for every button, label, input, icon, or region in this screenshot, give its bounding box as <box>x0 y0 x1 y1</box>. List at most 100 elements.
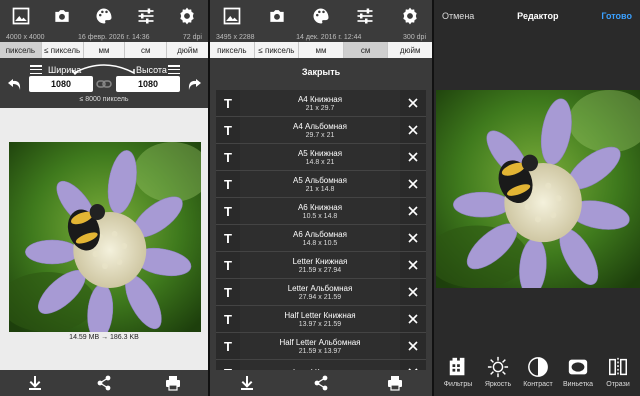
sliders-icon[interactable] <box>354 5 376 27</box>
editor-header: Отмена Редактор Готово <box>434 0 640 32</box>
link-aspect-icon[interactable] <box>96 78 112 90</box>
unit-tab-cm[interactable]: см <box>343 42 389 58</box>
height-presets-menu-icon[interactable] <box>168 65 180 74</box>
editor-tools: Фильтры Яркость Контраст Виньетка Отрази <box>434 350 640 396</box>
close-icon <box>408 98 418 108</box>
brightness-icon <box>487 356 509 378</box>
download-icon[interactable] <box>239 375 255 391</box>
height-input[interactable]: 1080 <box>116 76 180 92</box>
camera-icon[interactable] <box>266 5 288 27</box>
preset-row[interactable]: T A5 Книжная 14.8 x 21 <box>216 144 426 171</box>
swap-arrows-icon[interactable] <box>70 61 138 75</box>
preset-row[interactable]: T Letter Альбомная 27.94 x 21.59 <box>216 279 426 306</box>
preset-name: A5 Книжная <box>297 148 343 158</box>
gallery-icon[interactable] <box>221 5 243 27</box>
delete-preset-button[interactable] <box>400 198 426 224</box>
unit-tab-pixel[interactable]: пиксель <box>210 42 255 58</box>
camera-icon[interactable] <box>51 5 73 27</box>
preset-name: A5 Альбомная <box>293 175 347 185</box>
preset-name: Letter Книжная <box>292 256 348 266</box>
gallery-icon[interactable] <box>10 5 32 27</box>
mirror-tool[interactable]: Отрази <box>598 356 638 388</box>
image-dimensions: 4000 x 4000 <box>6 33 45 41</box>
close-icon <box>408 260 418 270</box>
width-input[interactable]: 1080 <box>29 76 93 92</box>
delete-preset-button[interactable] <box>400 171 426 197</box>
preset-text: A5 Альбомная 21 x 14.8 <box>240 176 400 193</box>
unit-tab-cm[interactable]: см <box>125 42 168 58</box>
unit-tab-max-pixel[interactable]: ≤ пиксель <box>42 42 84 58</box>
share-icon[interactable] <box>96 375 112 391</box>
text-icon: T <box>216 333 240 359</box>
preset-size: 21.59 x 27.94 <box>298 266 342 274</box>
preset-name: A4 Книжная <box>297 94 343 104</box>
bottom-toolbar <box>0 370 208 396</box>
image-dpi: 72 dpi <box>182 33 202 41</box>
filters-tool[interactable]: Фильтры <box>438 356 478 388</box>
done-button[interactable]: Готово <box>601 11 632 21</box>
filters-icon <box>449 357 465 376</box>
delete-preset-button[interactable] <box>400 90 426 116</box>
text-icon: T <box>216 225 240 251</box>
preset-list: T A4 Книжная 21 x 29.7 T A4 Альбомная 29.7 x … <box>216 90 426 387</box>
delete-preset-button[interactable] <box>400 225 426 251</box>
preset-row[interactable]: T A6 Альбомная 14.8 x 10.5 <box>216 225 426 252</box>
delete-preset-button[interactable] <box>400 117 426 143</box>
delete-preset-button[interactable] <box>400 252 426 278</box>
rotate-left-icon[interactable] <box>7 77 23 91</box>
close-button[interactable]: Закрыть <box>210 58 432 86</box>
print-icon[interactable] <box>387 375 403 391</box>
cancel-button[interactable]: Отмена <box>442 11 474 21</box>
unit-tab-inch[interactable]: дюйм <box>388 42 432 58</box>
filters-label: Фильтры <box>443 381 473 388</box>
preset-row[interactable]: T Letter Книжная 21.59 x 27.94 <box>216 252 426 279</box>
delete-preset-button[interactable] <box>400 306 426 332</box>
rotate-right-icon[interactable] <box>186 77 202 91</box>
editor-title: Редактор <box>517 11 559 21</box>
text-icon: T <box>216 279 240 305</box>
preset-row[interactable]: T A4 Книжная 21 x 29.7 <box>216 90 426 117</box>
bottom-toolbar <box>210 370 432 396</box>
text-icon: T <box>216 144 240 170</box>
share-icon[interactable] <box>313 375 329 391</box>
unit-tab-inch[interactable]: дюйм <box>167 42 208 58</box>
preset-size: 14.8 x 21 <box>305 158 335 166</box>
delete-preset-button[interactable] <box>400 333 426 359</box>
preset-row[interactable]: T A6 Книжная 10.5 x 14.8 <box>216 198 426 225</box>
preset-text: Letter Альбомная 27.94 x 21.59 <box>240 284 400 301</box>
sliders-icon[interactable] <box>135 5 157 27</box>
contrast-tool[interactable]: Контраст <box>518 356 558 388</box>
brightness-tool[interactable]: Яркость <box>478 356 518 388</box>
vignette-tool[interactable]: Виньетка <box>558 356 598 388</box>
unit-tabs: пиксель ≤ пиксель мм см дюйм <box>210 42 432 58</box>
preset-text: A5 Книжная 14.8 x 21 <box>240 149 400 166</box>
image-dimensions: 3495 x 2288 <box>216 33 255 41</box>
preset-size: 14.8 x 10.5 <box>302 239 338 247</box>
preset-text: Half Letter Книжная 13.97 x 21.59 <box>240 311 400 328</box>
top-toolbar <box>0 0 208 32</box>
preset-row[interactable]: T A4 Альбомная 29.7 x 21 <box>216 117 426 144</box>
text-icon: T <box>216 117 240 143</box>
image-info: 3495 x 2288 14 дек. 2016 г. 12:44 300 dp… <box>210 32 432 42</box>
gear-icon[interactable] <box>176 5 198 27</box>
delete-preset-button[interactable] <box>400 144 426 170</box>
gear-icon[interactable] <box>399 5 421 27</box>
unit-tab-mm[interactable]: мм <box>299 42 344 58</box>
image-info: 4000 x 4000 16 февр. 2026 г. 14:36 72 dp… <box>0 32 208 42</box>
preset-row[interactable]: T Half Letter Альбомная 21.59 x 13.97 <box>216 333 426 360</box>
download-icon[interactable] <box>27 375 43 391</box>
unit-tab-max-pixel[interactable]: ≤ пиксель <box>255 42 300 58</box>
delete-preset-button[interactable] <box>400 279 426 305</box>
preset-text: A4 Альбомная 29.7 x 21 <box>240 122 400 139</box>
print-icon[interactable] <box>165 375 181 391</box>
preset-size: 21.59 x 13.97 <box>298 347 342 355</box>
text-icon: T <box>216 90 240 116</box>
unit-tab-mm[interactable]: мм <box>84 42 126 58</box>
palette-icon[interactable] <box>93 5 115 27</box>
preset-row[interactable]: T Half Letter Книжная 13.97 x 21.59 <box>216 306 426 333</box>
width-presets-menu-icon[interactable] <box>30 65 42 74</box>
text-icon: T <box>216 171 240 197</box>
palette-icon[interactable] <box>310 5 332 27</box>
unit-tab-pixel[interactable]: пиксель <box>0 42 42 58</box>
preset-row[interactable]: T A5 Альбомная 21 x 14.8 <box>216 171 426 198</box>
